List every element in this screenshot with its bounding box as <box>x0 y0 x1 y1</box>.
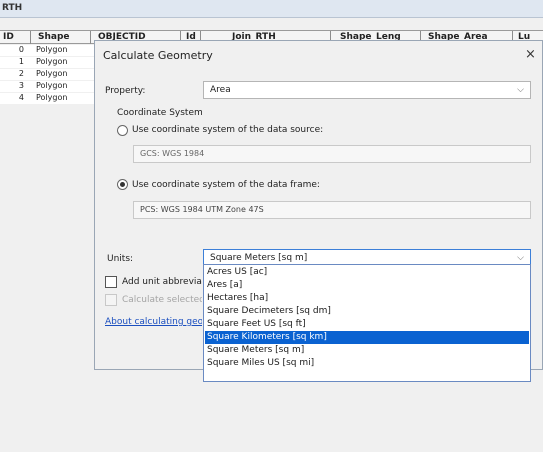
column-header-shape[interactable]: Shape <box>38 32 70 42</box>
table-row[interactable]: 3 Polygon <box>0 81 100 92</box>
property-select[interactable]: Area ⌵ <box>203 81 531 99</box>
table-title: RTH <box>2 3 23 13</box>
close-icon[interactable]: × <box>525 47 536 62</box>
table-row[interactable]: 1 Polygon <box>0 57 100 68</box>
dropdown-option[interactable]: Square Miles US [sq mi] <box>205 357 529 370</box>
radio-data-source[interactable] <box>117 125 128 136</box>
add-unit-checkbox[interactable] <box>105 276 117 288</box>
units-dropdown-list: Acres US [ac] Ares [a] Hectares [ha] Squ… <box>203 264 531 382</box>
dropdown-option[interactable]: Square Meters [sq m] <box>205 344 529 357</box>
dropdown-option-selected[interactable]: Square Kilometers [sq km] <box>205 331 529 344</box>
about-link[interactable]: About calculating geometry <box>105 317 202 327</box>
table-row[interactable]: 0 Polygon <box>0 45 100 56</box>
table-row[interactable]: 4 Polygon <box>0 93 100 104</box>
radio-data-frame[interactable] <box>117 179 128 190</box>
column-header-id[interactable]: ID <box>3 32 14 42</box>
coordinate-system-label: Coordinate System <box>117 108 203 118</box>
units-label: Units: <box>107 254 134 264</box>
chevron-down-icon: ⌵ <box>517 253 524 263</box>
calc-selected-checkbox[interactable] <box>105 294 117 306</box>
radio-data-source-label[interactable]: Use coordinate system of the data source… <box>132 125 323 135</box>
data-source-cs-field: GCS: WGS 1984 <box>133 145 531 163</box>
data-frame-cs-field: PCS: WGS 1984 UTM Zone 47S <box>133 201 531 219</box>
radio-data-frame-label[interactable]: Use coordinate system of the data frame: <box>132 180 320 190</box>
dropdown-option[interactable]: Square Feet US [sq ft] <box>205 318 529 331</box>
dropdown-option[interactable]: Hectares [ha] <box>205 292 529 305</box>
property-label: Property: <box>105 86 146 96</box>
table-row[interactable]: 2 Polygon <box>0 69 100 80</box>
dropdown-option[interactable]: Ares [a] <box>205 279 529 292</box>
chevron-down-icon: ⌵ <box>517 85 524 95</box>
calc-selected-label[interactable]: Calculate selected records only <box>122 295 202 305</box>
table-title-bar: RTH <box>0 0 543 18</box>
add-unit-label[interactable]: Add unit abbreviation <box>122 277 202 287</box>
dialog-title: Calculate Geometry <box>103 49 213 62</box>
dropdown-option[interactable]: Square Decimeters [sq dm] <box>205 305 529 318</box>
dropdown-option[interactable]: Acres US [ac] <box>205 266 529 279</box>
